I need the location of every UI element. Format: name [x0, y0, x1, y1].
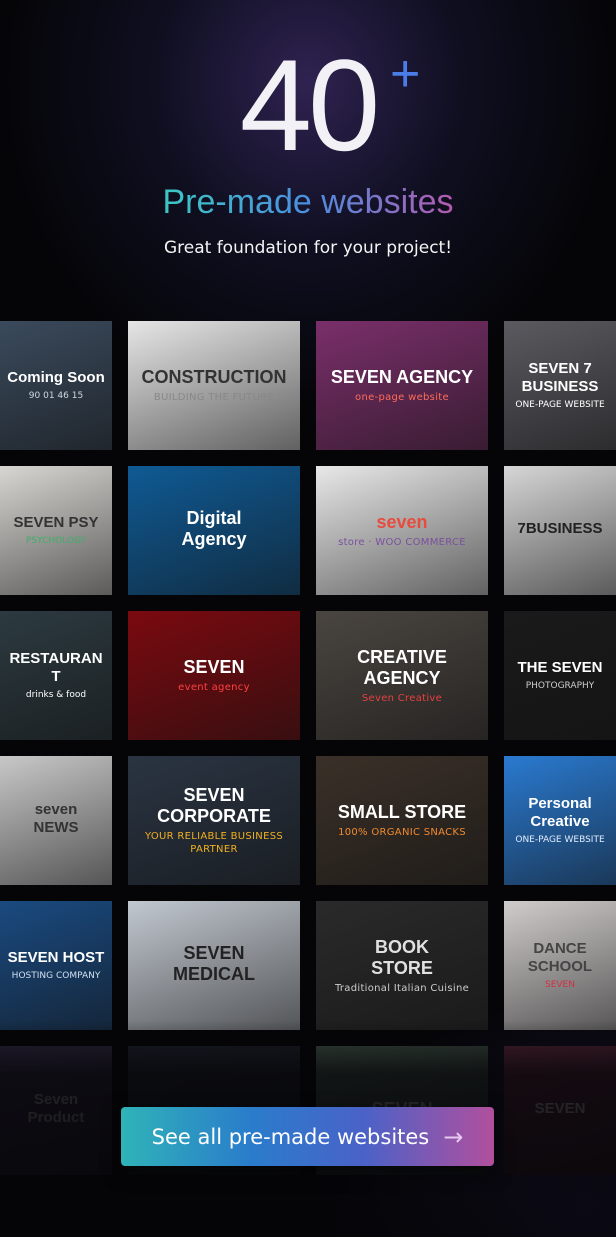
thumbnail-subtitle: event agency [178, 682, 250, 693]
thumbnail-subtitle: Seven Creative [361, 692, 443, 704]
website-thumbnail[interactable]: CONSTRUCTION BUILDING THE FUTURE [128, 321, 300, 450]
thumbnail-title: BOOK STORE [371, 936, 433, 978]
thumbnail-title: Digital Agency [181, 508, 247, 549]
thumbnail-subtitle: ONE-PAGE WEBSITE [515, 399, 605, 410]
website-thumbnail[interactable]: SEVEN PSY PSYCHOLOGY [0, 466, 112, 595]
arrow-right-icon: → [443, 1122, 464, 1151]
thumbnail-subtitle: BUILDING THE FUTURE [153, 392, 275, 403]
thumbnail-subtitle: HOSTING COMPANY [11, 970, 101, 981]
thumbnail-title: seven [376, 512, 428, 532]
website-thumbnail[interactable]: BOOK STORE Traditional Italian Cuisine [316, 901, 488, 1030]
thumbnail-title: DANCE SCHOOL [527, 939, 593, 975]
thumbnail-title: THE SEVEN [517, 658, 603, 676]
thumbnail-title: seven NEWS [33, 801, 79, 836]
thumbnail-title: 7BUSINESS [517, 520, 603, 537]
website-thumbnail[interactable]: THE SEVEN PHOTOGRAPHY [504, 611, 616, 740]
plus-sign: + [390, 45, 421, 103]
thumbnail-subtitle: 90 01 46 15 [28, 390, 84, 401]
website-thumbnail[interactable]: seven store · WOO COMMERCE [316, 466, 488, 595]
website-thumbnail[interactable]: Personal Creative ONE-PAGE WEBSITE [504, 756, 616, 885]
website-thumbnail[interactable]: seven NEWS [0, 756, 112, 885]
website-thumbnail[interactable]: SEVEN 7 BUSINESS ONE-PAGE WEBSITE [504, 321, 616, 450]
thumbnail-title: RESTAURANT [9, 649, 103, 685]
website-thumbnail[interactable]: SEVEN HOST HOSTING COMPANY [0, 901, 112, 1030]
website-thumbnail[interactable]: RESTAURANT drinks & food [0, 611, 112, 740]
thumbnail-subtitle: SEVEN [545, 979, 575, 990]
website-thumbnail[interactable]: 7BUSINESS [504, 466, 616, 595]
thumbnail-subtitle: Traditional Italian Cuisine [334, 982, 470, 994]
thumbnail-subtitle: one-page website [355, 392, 449, 403]
thumbnail-title: SEVEN AGENCY [330, 367, 474, 387]
button-label: See all pre-made websites [151, 1124, 430, 1149]
thumbnail-subtitle: PSYCHOLOGY [25, 535, 87, 546]
thumbnail-title: SEVEN PSY [13, 513, 99, 531]
website-thumbnail[interactable]: SEVEN AGENCY one-page website [316, 321, 488, 450]
website-thumbnail[interactable]: SEVEN event agency [128, 611, 300, 740]
website-thumbnail[interactable]: SMALL STORE 100% ORGANIC SNACKS [316, 756, 488, 885]
thumbnail-subtitle: store · WOO COMMERCE [338, 537, 466, 548]
website-thumbnail[interactable]: DANCE SCHOOL SEVEN [504, 901, 616, 1030]
thumbnail-title: SEVEN MEDICAL [173, 943, 255, 984]
website-thumbnail[interactable]: CREATIVE AGENCY Seven Creative [316, 611, 488, 740]
thumbnail-title: SEVEN CORPORATE [157, 785, 271, 826]
thumbnail-title: SEVEN [183, 657, 245, 677]
thumbnail-title: CREATIVE AGENCY [357, 646, 447, 688]
hero-subtitle: Pre-made websites [162, 183, 454, 221]
thumbnail-subtitle: ONE-PAGE WEBSITE [515, 834, 605, 845]
thumbnail-subtitle: YOUR RELIABLE BUSINESS PARTNER [144, 831, 283, 855]
website-thumbnail[interactable]: SEVEN CORPORATE YOUR RELIABLE BUSINESS PA… [128, 756, 300, 885]
see-all-websites-button[interactable]: See all pre-made websites → [121, 1107, 494, 1166]
thumbnail-title: SEVEN 7 BUSINESS [521, 359, 599, 395]
thumbnail-title: Personal Creative [528, 794, 592, 830]
website-thumbnail[interactable]: Digital Agency [128, 466, 300, 595]
thumbnail-title: CONSTRUCTION [141, 367, 287, 387]
thumbnail-title: SEVEN HOST [7, 948, 105, 966]
thumbnail-subtitle: drinks & food [25, 689, 87, 700]
thumbnail-subtitle: PHOTOGRAPHY [525, 680, 595, 691]
website-count: 40 [239, 32, 381, 178]
thumbnail-title: Coming Soon [7, 368, 105, 386]
website-thumbnail[interactable]: SEVEN MEDICAL [128, 901, 300, 1030]
hero-tagline: Great foundation for your project! [163, 238, 453, 258]
thumbnail-subtitle: 100% ORGANIC SNACKS [338, 827, 466, 838]
thumbnail-title: SMALL STORE [337, 802, 467, 822]
website-thumbnail[interactable]: Coming Soon 90 01 46 15 [0, 321, 112, 450]
